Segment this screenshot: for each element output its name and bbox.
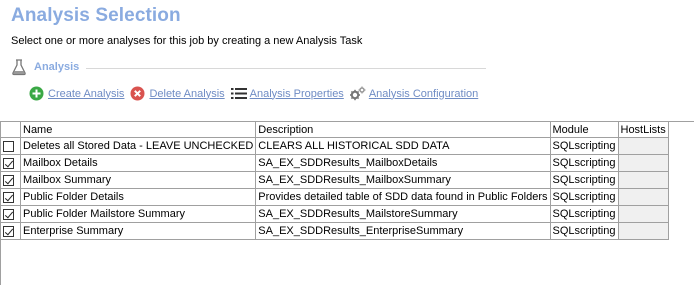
- row-module: SQLscripting: [549, 205, 619, 223]
- row-module: SQLscripting: [549, 171, 619, 189]
- row-hostlists: [617, 171, 669, 189]
- row-module: SQLscripting: [549, 188, 619, 206]
- row-hostlists: [617, 137, 669, 155]
- analysis-properties-button[interactable]: Analysis Properties: [230, 86, 344, 101]
- gears-icon: [349, 86, 366, 101]
- row-checkbox[interactable]: [3, 208, 14, 220]
- row-hostlists: [617, 205, 669, 223]
- section-divider: [86, 68, 486, 69]
- row-name: Mailbox Summary: [19, 171, 257, 189]
- row-description: CLEARS ALL HISTORICAL SDD DATA: [255, 137, 551, 155]
- page-subtitle: Select one or more analyses for this job…: [11, 35, 363, 47]
- row-module: SQLscripting: [549, 154, 619, 172]
- column-header-description[interactable]: Description: [255, 121, 551, 138]
- list-icon: [230, 86, 247, 101]
- row-hostlists: [617, 154, 669, 172]
- table-row[interactable]: Public Folder Mailstore Summary SA_EX_SD…: [0, 205, 669, 223]
- row-checkbox[interactable]: [3, 225, 14, 237]
- row-description: SA_EX_SDDResults_MailstoreSummary: [255, 205, 551, 223]
- row-name: Public Folder Details: [19, 188, 257, 206]
- row-checkbox[interactable]: [3, 157, 14, 169]
- table-row[interactable]: Public Folder Details Provides detailed …: [0, 188, 669, 206]
- column-header-name[interactable]: Name: [19, 121, 257, 138]
- row-description: SA_EX_SDDResults_MailboxDetails: [255, 154, 551, 172]
- row-module: SQLscripting: [549, 137, 619, 155]
- page-title: Analysis Selection: [11, 5, 181, 26]
- row-hostlists: [617, 222, 669, 240]
- create-analysis-label[interactable]: Create Analysis: [48, 88, 124, 100]
- row-hostlists: [617, 188, 669, 206]
- row-checkbox[interactable]: [3, 174, 14, 186]
- section-label: Analysis: [34, 61, 80, 73]
- grid-header-row: Name Description Module HostLists: [0, 121, 669, 138]
- row-name: Mailbox Details: [19, 154, 257, 172]
- analysis-section-header: Analysis: [10, 58, 79, 76]
- add-icon: [29, 86, 44, 101]
- delete-analysis-label[interactable]: Delete Analysis: [149, 88, 224, 100]
- analysis-properties-label[interactable]: Analysis Properties: [250, 88, 344, 100]
- table-row[interactable]: Mailbox Details SA_EX_SDDResults_Mailbox…: [0, 154, 669, 172]
- table-row[interactable]: Deletes all Stored Data - LEAVE UNCHECKE…: [0, 137, 669, 155]
- create-analysis-button[interactable]: Create Analysis: [29, 86, 124, 101]
- delete-icon: [130, 86, 145, 101]
- table-row[interactable]: Enterprise Summary SA_EX_SDDResults_Ente…: [0, 222, 669, 240]
- row-name: Public Folder Mailstore Summary: [19, 205, 257, 223]
- column-header-hostlists[interactable]: HostLists: [617, 121, 669, 138]
- analysis-configuration-label[interactable]: Analysis Configuration: [369, 88, 478, 100]
- row-name: Enterprise Summary: [19, 222, 257, 240]
- analysis-toolbar: Create Analysis Delete Analysis Analysis…: [29, 86, 484, 101]
- analysis-configuration-button[interactable]: Analysis Configuration: [349, 86, 478, 101]
- row-description: Provides detailed table of SDD data foun…: [255, 188, 551, 206]
- column-header-module[interactable]: Module: [549, 121, 619, 138]
- flask-icon: [10, 58, 28, 76]
- row-checkbox[interactable]: [3, 191, 14, 203]
- row-module: SQLscripting: [549, 222, 619, 240]
- row-name: Deletes all Stored Data - LEAVE UNCHECKE…: [19, 137, 257, 155]
- table-row[interactable]: Mailbox Summary SA_EX_SDDResults_Mailbox…: [0, 171, 669, 189]
- row-checkbox[interactable]: [3, 140, 14, 152]
- delete-analysis-button[interactable]: Delete Analysis: [130, 86, 225, 101]
- row-description: SA_EX_SDDResults_MailboxSummary: [255, 171, 551, 189]
- column-header-select: [0, 121, 21, 138]
- row-description: SA_EX_SDDResults_EnterpriseSummary: [255, 222, 551, 240]
- analysis-grid: Name Description Module HostLists Delete…: [0, 121, 669, 240]
